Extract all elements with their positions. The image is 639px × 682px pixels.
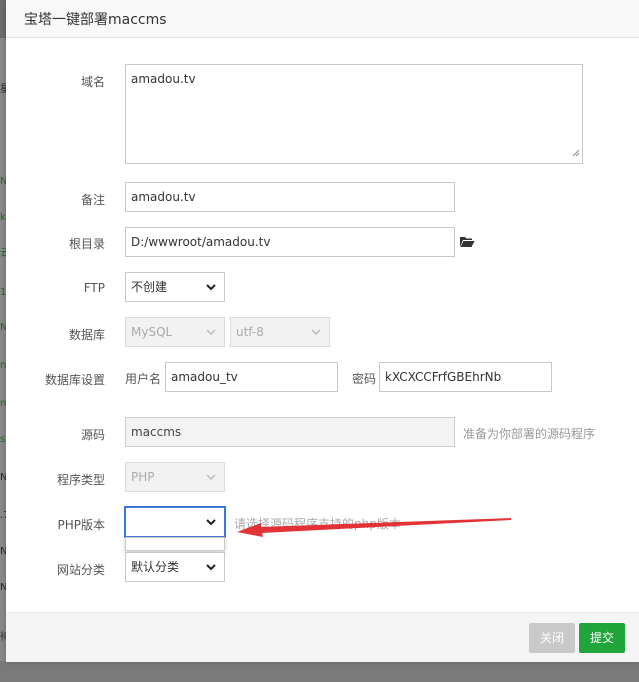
ftp-select-value: 不创建 (131, 280, 168, 294)
remark-input[interactable]: amadou.tv (125, 182, 455, 212)
source-label: 源码 (80, 428, 105, 442)
database-charset-value: utf-8 (236, 325, 264, 339)
dialog-header: 宝塔一键部署maccms (6, 0, 639, 38)
background-text-fragment: k (0, 212, 6, 223)
db-user-label: 用户名 (125, 372, 162, 386)
ftp-select[interactable]: 不创建 (125, 272, 225, 302)
chevron-down-icon (206, 519, 216, 526)
chevron-down-icon (311, 329, 321, 336)
ftp-label: FTP (83, 281, 105, 295)
remark-label: 备注 (80, 193, 105, 207)
php-version-dropdown-list[interactable] (125, 537, 225, 551)
domain-label: 域名 (80, 75, 105, 89)
php-version-label: PHP版本 (57, 518, 106, 532)
rootdir-label: 根目录 (68, 237, 105, 251)
resize-handle-icon[interactable] (572, 145, 580, 161)
database-charset-select: utf-8 (230, 317, 330, 347)
program-type-value: PHP (131, 470, 155, 484)
source-hint: 准备为你部署的源码程序 (463, 427, 596, 441)
php-version-select[interactable] (125, 507, 225, 537)
source-input: maccms (125, 417, 455, 447)
domain-textarea[interactable]: amadou.tv (125, 64, 583, 164)
database-label: 数据库 (68, 328, 105, 342)
program-type-label: 程序类型 (56, 473, 105, 487)
db-settings-label: 数据库设置 (44, 373, 105, 387)
dialog-footer: 关闭 提交 (6, 612, 639, 662)
domain-value: amadou.tv (131, 72, 196, 86)
chevron-down-icon (206, 284, 216, 291)
program-type-select: PHP (125, 462, 225, 492)
folder-open-icon[interactable] (459, 236, 475, 251)
chevron-down-icon (206, 474, 216, 481)
chevron-down-icon (206, 564, 216, 571)
submit-button[interactable]: 提交 (579, 623, 625, 653)
deploy-dialog: 宝塔一键部署maccms 域名 amadou.tv 备注 amadou.tv 根… (6, 0, 639, 662)
dialog-title: 宝塔一键部署maccms (24, 12, 167, 28)
close-button[interactable]: 关闭 (529, 623, 575, 653)
remark-value: amadou.tv (131, 190, 196, 204)
db-password-input[interactable]: kXCXCCFrfGBEhrNb (379, 362, 552, 392)
rootdir-value: D:/wwwroot/amadou.tv (131, 235, 271, 249)
site-category-label: 网站分类 (56, 563, 105, 577)
background-bottom-bar (0, 661, 639, 682)
db-password-value: kXCXCCFrfGBEhrNb (385, 370, 502, 384)
rootdir-input[interactable]: D:/wwwroot/amadou.tv (125, 227, 455, 257)
annotation-arrow (237, 518, 511, 537)
chevron-down-icon (206, 329, 216, 336)
database-type-value: MySQL (131, 325, 173, 339)
database-type-select: MySQL (125, 317, 225, 347)
site-category-value: 默认分类 (131, 560, 180, 574)
db-password-label: 密码 (352, 372, 377, 386)
source-value: maccms (131, 425, 182, 439)
db-user-value: amadou_tv (171, 370, 238, 384)
db-user-input[interactable]: amadou_tv (165, 362, 338, 392)
site-category-select[interactable]: 默认分类 (125, 552, 225, 582)
